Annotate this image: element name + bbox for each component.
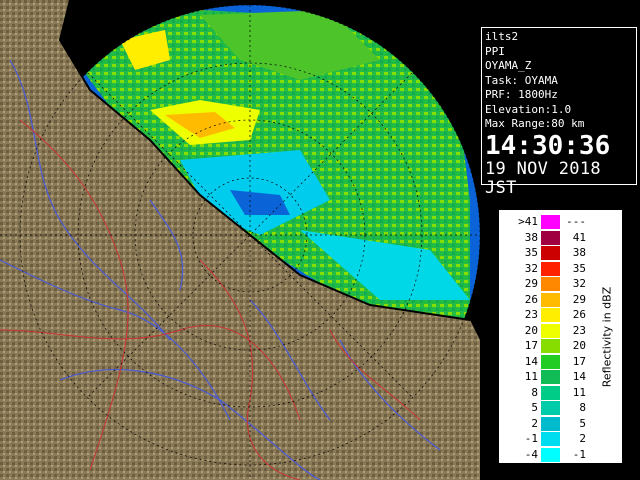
legend-high-value: 32 [572,277,586,290]
legend-high-value: 26 [572,308,586,321]
legend-low-value: 38 [524,230,538,244]
legend-high-value: -1 [572,447,586,461]
max-range-label: Max Range:80 km [485,117,585,130]
station-name: ilts2 [485,30,519,43]
legend-low-value: 35 [524,246,538,259]
legend-title: Reflectivity in dBZ [600,286,614,388]
radar-map-svg [0,0,480,480]
scan-time: 14:30:36 [485,130,611,161]
legend-low-value: 2 [531,416,538,430]
legend-color-swatch [541,385,560,400]
elevation-label: Elevation:1.0 [485,102,572,116]
scan-date: 19 NOV 2018 JST [485,158,601,198]
reflectivity-legend: >41 --- 38 41 35 38 32 35 29 32 26 29 23 26 20 23 17 20 14… [499,210,622,463]
legend-high-value: 20 [572,339,586,352]
legend-high-value: 14 [572,370,586,383]
legend-low-value: 8 [531,385,538,399]
legend-high-value: 35 [572,261,586,275]
legend-color-swatch [541,323,560,338]
legend-low-value: -1 [524,432,538,445]
legend-high-value: 5 [579,416,586,430]
legend-color-swatch [541,292,560,307]
radar-display-window: ilts2 PPI OYAMA_Z Task: OYAMA PRF: 1800H… [0,0,640,480]
legend-color-swatch [541,230,560,245]
legend-color-swatch [541,215,560,229]
legend-high-value: --- [566,215,586,228]
legend-color-swatch [541,339,560,353]
prf-label: PRF: 1800Hz [485,88,558,101]
legend-low-value: 5 [531,401,538,414]
legend-low-value: 32 [524,261,538,275]
legend-color-swatch [541,447,560,462]
task-label: Task: OYAMA [485,73,558,87]
legend-low-value: 11 [524,370,538,383]
legend-title-wrap: Reflectivity in dBZ [596,221,618,453]
legend-high-value: 41 [572,230,586,244]
legend-low-value: 23 [524,308,538,321]
legend-low-value: >41 [518,215,538,228]
radar-ppi-view[interactable] [0,0,480,480]
legend-high-value: 8 [579,401,586,414]
legend-low-value: 20 [524,323,538,337]
product-name: OYAMA_Z [485,59,532,72]
legend-low-value: 26 [524,292,538,306]
scan-type: PPI [485,44,505,58]
legend-color-swatch [541,277,560,291]
legend-low-value: 14 [524,354,538,368]
scan-info-panel: ilts2 PPI OYAMA_Z Task: OYAMA PRF: 1800H… [481,27,637,197]
legend-high-value: 29 [572,292,586,306]
legend-low-value: 17 [524,339,538,352]
legend-high-value: 11 [572,385,586,399]
legend-color-swatch [541,261,560,276]
legend-low-value: -4 [524,447,538,461]
legend-color-swatch [541,354,560,369]
legend-color-swatch [541,308,560,322]
legend-color-swatch [541,432,560,446]
legend-color-swatch [541,401,560,415]
legend-low-value: 29 [524,277,538,290]
legend-color-swatch [541,416,560,431]
legend-high-value: 2 [579,432,586,445]
legend-high-value: 23 [572,323,586,337]
legend-high-value: 38 [572,246,586,259]
legend-color-swatch [541,370,560,384]
legend-color-swatch [541,246,560,260]
legend-high-value: 17 [572,354,586,368]
